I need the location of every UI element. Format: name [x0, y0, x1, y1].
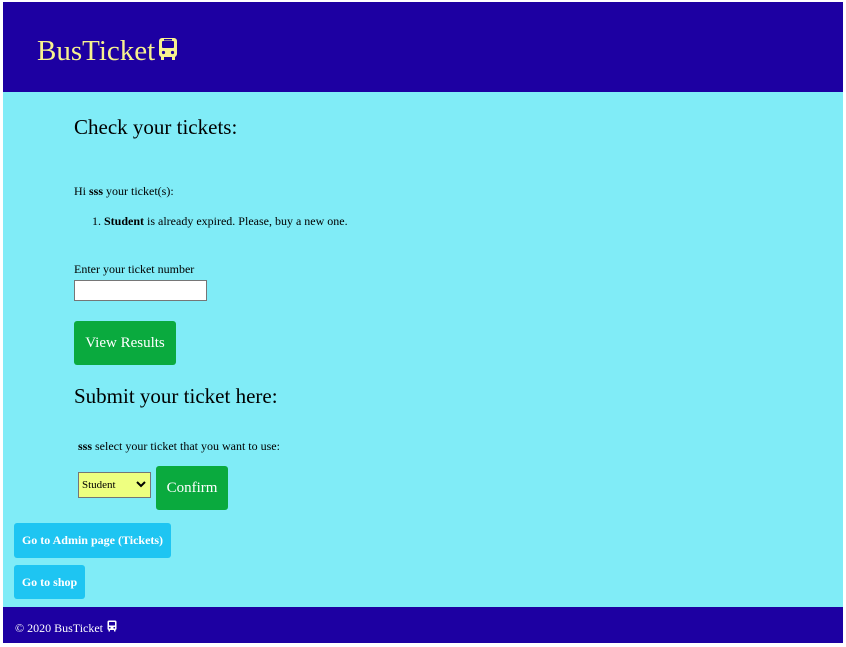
shop-button[interactable]: Go to shop: [14, 565, 85, 599]
greeting-prefix: Hi: [74, 184, 86, 198]
greeting-suffix: your ticket(s):: [106, 184, 174, 198]
admin-page-button[interactable]: Go to Admin page (Tickets): [14, 523, 171, 558]
footer-copyright: © 2020 BusTicket: [15, 621, 104, 635]
ticket-select-value: Student: [82, 479, 116, 491]
footer-text-wrapper: © 2020 BusTicket: [15, 620, 117, 636]
submit-ticket-title: Submit your ticket here:: [74, 384, 278, 408]
header: BusTicket: [3, 2, 843, 92]
brand-logo[interactable]: BusTicket: [37, 35, 178, 68]
brand-name: BusTicket: [37, 35, 156, 67]
username: sss: [89, 184, 104, 198]
ticket-name: Student: [104, 214, 145, 228]
ticket-index: 1.: [92, 214, 101, 228]
confirm-button[interactable]: Confirm: [156, 466, 228, 510]
submit-username: sss: [78, 439, 93, 453]
ticket-number-label: Enter your ticket number: [74, 262, 195, 276]
ticket-status: is already expired. Please, buy a new on…: [147, 214, 348, 228]
ticket-number-input[interactable]: [74, 280, 207, 301]
check-tickets-title: Check your tickets:: [74, 115, 238, 139]
view-results-button[interactable]: View Results: [74, 321, 176, 365]
submit-instruction-text: select your ticket that you want to use:: [95, 439, 280, 453]
chevron-down-icon: [136, 481, 146, 488]
page: BusTicket Check your tickets: Hi sss you…: [0, 0, 846, 647]
submit-instruction: sss select your ticket that you want to …: [78, 439, 280, 454]
bus-icon: [159, 37, 178, 60]
footer: © 2020 BusTicket: [3, 607, 843, 643]
ticket-list-item: 1. Student is already expired. Please, b…: [92, 214, 348, 229]
greeting-line: Hi sss your ticket(s):: [74, 184, 174, 199]
ticket-select[interactable]: Student: [78, 472, 151, 498]
bus-icon: [107, 620, 117, 632]
